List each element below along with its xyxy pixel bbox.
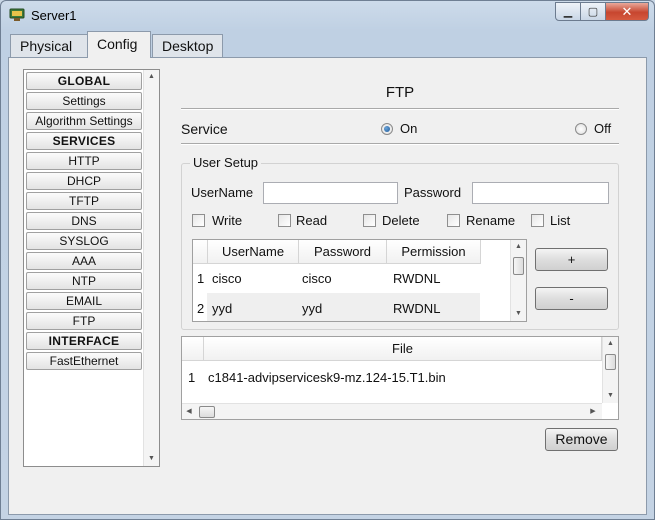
row-index: 2 xyxy=(197,301,205,316)
rename-label: Rename xyxy=(466,213,516,228)
column-header-username[interactable]: UserName xyxy=(208,240,299,264)
tab-physical[interactable]: Physical xyxy=(10,34,88,57)
row-permission: RWDNL xyxy=(393,271,441,286)
scroll-left-icon[interactable]: ◀ xyxy=(182,404,196,419)
scroll-down-icon[interactable]: ▼ xyxy=(144,452,159,466)
password-input[interactable] xyxy=(472,182,609,204)
tab-config[interactable]: Config xyxy=(87,31,151,58)
tab-desktop[interactable]: Desktop xyxy=(152,34,223,57)
sidebar-scrollbar[interactable]: ▲ ▼ xyxy=(143,70,159,466)
sidebar: GLOBAL Settings Algorithm Settings SERVI… xyxy=(23,69,160,467)
service-off-radio[interactable] xyxy=(575,123,587,135)
scroll-thumb[interactable] xyxy=(199,406,215,418)
sidebar-list: GLOBAL Settings Algorithm Settings SERVI… xyxy=(25,71,143,372)
file-table-hscrollbar[interactable]: ◀ ▶ xyxy=(182,403,602,419)
write-label: Write xyxy=(212,213,243,228)
service-label: Service xyxy=(181,121,228,137)
config-panel: GLOBAL Settings Algorithm Settings SERVI… xyxy=(8,57,647,515)
server-window: Server1 ▁ ▢ ✕ Physical Config Desktop GL… xyxy=(0,0,655,520)
write-checkbox[interactable] xyxy=(192,214,205,227)
username-label: UserName xyxy=(191,185,254,200)
row-password: yyd xyxy=(302,301,323,316)
divider xyxy=(181,143,619,145)
minimize-icon: ▁ xyxy=(563,6,573,18)
row-username: yyd xyxy=(212,301,233,316)
scroll-down-icon[interactable]: ▼ xyxy=(511,307,526,321)
row-password: cisco xyxy=(302,271,332,286)
scroll-thumb[interactable] xyxy=(605,354,616,370)
user-table-scrollbar[interactable]: ▲ ▼ xyxy=(510,240,526,321)
row-file: c1841-advipservicesk9-mz.124-15.T1.bin xyxy=(208,370,446,385)
sidebar-header-interface: INTERFACE xyxy=(26,332,142,350)
password-label: Password xyxy=(404,185,462,200)
add-user-button[interactable]: + xyxy=(535,248,608,271)
row-permission: RWDNL xyxy=(393,301,441,316)
scroll-thumb[interactable] xyxy=(513,257,524,275)
column-header-permission[interactable]: Permission xyxy=(387,240,481,264)
user-setup-title: User Setup xyxy=(190,155,262,170)
rename-checkbox[interactable] xyxy=(447,214,460,227)
column-header-password[interactable]: Password xyxy=(299,240,387,264)
remove-user-button[interactable]: - xyxy=(535,287,608,310)
close-icon: ✕ xyxy=(621,3,633,19)
divider xyxy=(181,108,619,110)
sidebar-item-syslog[interactable]: SYSLOG xyxy=(26,232,142,250)
user-setup-group: User Setup UserName Password Write Read … xyxy=(181,155,619,330)
sidebar-item-http[interactable]: HTTP xyxy=(26,152,142,170)
scroll-right-icon[interactable]: ▶ xyxy=(586,404,600,419)
sidebar-item-ntp[interactable]: NTP xyxy=(26,272,142,290)
service-off-label: Off xyxy=(594,121,612,136)
file-table-vscrollbar[interactable]: ▲ ▼ xyxy=(602,337,618,403)
sidebar-item-aaa[interactable]: AAA xyxy=(26,252,142,270)
delete-checkbox[interactable] xyxy=(363,214,376,227)
list-checkbox[interactable] xyxy=(531,214,544,227)
close-button[interactable]: ✕ xyxy=(605,2,649,21)
window-title: Server1 xyxy=(31,8,77,23)
service-on-radio[interactable] xyxy=(381,123,393,135)
server-icon xyxy=(9,8,25,21)
read-label: Read xyxy=(296,213,328,228)
scroll-down-icon[interactable]: ▼ xyxy=(603,389,618,403)
table-corner xyxy=(193,240,208,264)
sidebar-item-email[interactable]: EMAIL xyxy=(26,292,142,310)
sidebar-item-settings[interactable]: Settings xyxy=(26,92,142,110)
scroll-up-icon[interactable]: ▲ xyxy=(603,337,618,351)
sidebar-item-fastethernet[interactable]: FastEthernet xyxy=(26,352,142,370)
delete-label: Delete xyxy=(382,213,420,228)
sidebar-header-global: GLOBAL xyxy=(26,72,142,90)
row-index: 1 xyxy=(188,370,196,385)
sidebar-item-algorithm-settings[interactable]: Algorithm Settings xyxy=(26,112,142,130)
row-index: 1 xyxy=(197,271,205,286)
sidebar-item-ftp[interactable]: FTP xyxy=(26,312,142,330)
row-username: cisco xyxy=(212,271,242,286)
sidebar-item-dns[interactable]: DNS xyxy=(26,212,142,230)
file-table: File 1 c1841-advipservicesk9-mz.124-15.T… xyxy=(181,336,619,420)
ftp-panel: FTP Service On Off User Setup UserName P… xyxy=(181,58,621,516)
table-corner xyxy=(182,337,204,361)
scroll-up-icon[interactable]: ▲ xyxy=(144,70,159,84)
service-on-label: On xyxy=(400,121,418,136)
window-controls: ▁ ▢ ✕ xyxy=(555,2,649,21)
scroll-up-icon[interactable]: ▲ xyxy=(511,240,526,254)
column-header-file[interactable]: File xyxy=(204,337,602,361)
maximize-icon: ▢ xyxy=(587,6,599,18)
title-bar[interactable]: Server1 ▁ ▢ ✕ xyxy=(1,1,654,29)
username-input[interactable] xyxy=(263,182,398,204)
remove-file-button[interactable]: Remove xyxy=(545,428,618,451)
minimize-button[interactable]: ▁ xyxy=(555,2,581,21)
maximize-button[interactable]: ▢ xyxy=(580,2,606,21)
sidebar-item-dhcp[interactable]: DHCP xyxy=(26,172,142,190)
page-title: FTP xyxy=(385,84,415,101)
sidebar-item-tftp[interactable]: TFTP xyxy=(26,192,142,210)
list-label: List xyxy=(550,213,571,228)
read-checkbox[interactable] xyxy=(278,214,291,227)
user-table: UserName Password Permission 1 cisco cis… xyxy=(192,239,527,322)
sidebar-header-services: SERVICES xyxy=(26,132,142,150)
